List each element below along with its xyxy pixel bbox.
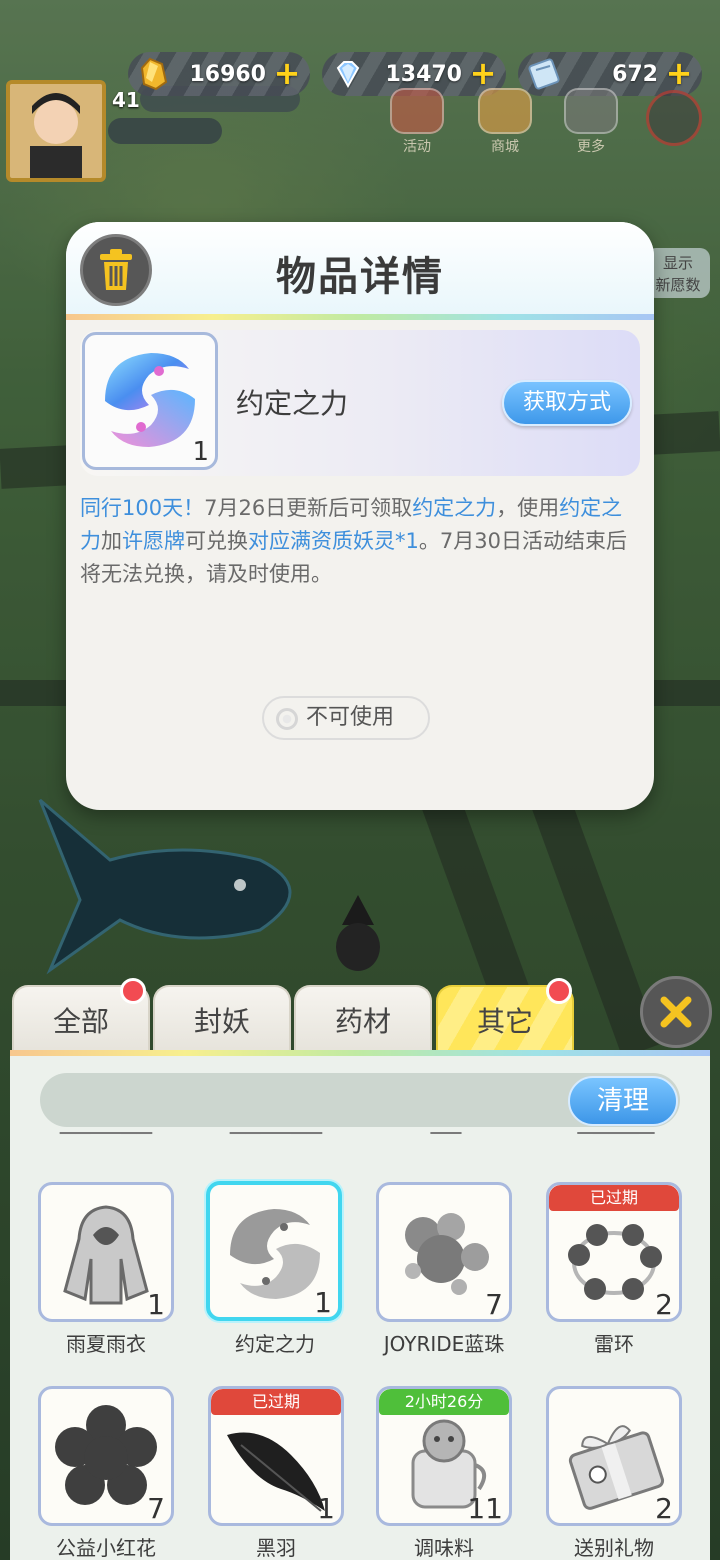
item-slot-thunder-ring[interactable]: 已过期 2 — [546, 1182, 682, 1322]
item-name: 约定之力 — [236, 387, 349, 420]
item-quantity: 1 — [314, 1286, 332, 1319]
item-name: 公益小红花 — [56, 1536, 156, 1560]
item-slot-seasoning[interactable]: 2小时26分 11 — [376, 1386, 512, 1526]
desc-segment: 可兑换 — [185, 529, 248, 553]
shop-label: 商城 — [491, 139, 519, 155]
tab-herbs[interactable]: 药材 — [294, 985, 432, 1053]
rainbow-divider — [66, 314, 654, 320]
unusable-button[interactable]: 不可使用 — [262, 696, 430, 740]
unusable-label: 不可使用 — [306, 705, 395, 730]
rainbow-divider — [10, 1050, 710, 1056]
item-thumbnail: 1 — [82, 332, 218, 470]
add-gold-button[interactable]: + — [272, 57, 302, 89]
desc-segment: ，使用 — [496, 496, 560, 520]
power-bar — [108, 118, 222, 144]
tab-label: 其它 — [476, 1005, 533, 1038]
gift-box-icon — [568, 1425, 665, 1510]
item-summary-card: 1 约定之力 获取方式 — [80, 330, 640, 476]
gold-crystal-icon — [140, 57, 168, 91]
tab-label: 封妖 — [193, 1005, 250, 1038]
item-slot-flower[interactable]: 7 — [38, 1386, 174, 1526]
item-quantity: 11 — [467, 1492, 503, 1525]
item-detail-dialog: 物品详情 1 约定之力 获取方式 同行100天！7月26日更新后可领取约定之力，… — [66, 222, 654, 810]
item-quantity: 1 — [317, 1492, 335, 1525]
thunder-ring-icon — [568, 1224, 662, 1300]
desc-segment: 许愿牌 — [122, 529, 185, 553]
raincoat-icon — [63, 1205, 149, 1305]
item-slot-promise[interactable]: 1 — [206, 1181, 342, 1321]
item-name: 约定之力 — [235, 1332, 315, 1356]
close-icon — [660, 996, 692, 1028]
item-name: 送别礼物 — [574, 1536, 654, 1560]
item-name: 雷环 — [594, 1332, 634, 1356]
add-diamond-button[interactable]: + — [468, 57, 498, 89]
bubble-pearls-icon — [405, 1213, 489, 1295]
item-quantity: 2 — [655, 1288, 673, 1321]
flower-icon — [55, 1405, 157, 1505]
get-method-button[interactable]: 获取方式 — [502, 380, 632, 426]
item-name: 雨夏雨衣 — [66, 1332, 146, 1356]
clean-button[interactable]: 清理 — [568, 1076, 678, 1126]
item-quantity: 7 — [485, 1288, 503, 1321]
diamond-icon — [336, 61, 360, 89]
shop-button[interactable]: 商城 — [474, 88, 536, 160]
diamond-amount: 13470 — [385, 61, 462, 87]
item-name: JOYRIDE蓝珠 — [383, 1332, 505, 1356]
gift-icon — [390, 88, 444, 134]
item-name: 调味料 — [414, 1536, 474, 1560]
grid-icon — [564, 88, 618, 134]
tab-label: 全部 — [52, 1005, 109, 1038]
close-button[interactable] — [640, 976, 712, 1048]
notification-dot — [120, 978, 146, 1004]
tab-label: 药材 — [334, 1005, 391, 1038]
more-button[interactable]: 更多 — [560, 88, 622, 160]
side-banner[interactable]: 显示 新愿数 — [646, 248, 710, 298]
item-slot-black-feather[interactable]: 已过期 1 — [208, 1386, 344, 1526]
item-slot-blue-pearls[interactable]: 7 — [376, 1182, 512, 1322]
notification-dot — [546, 978, 572, 1004]
more-label: 更多 — [577, 139, 605, 155]
compass-icon[interactable] — [646, 90, 702, 146]
gold-currency: 16960 + — [128, 52, 310, 96]
item-name: 黑羽 — [256, 1536, 296, 1560]
scrolled-row-labels: ▀▀▀▀▀▀ ▀▀▀▀▀▀ ▀▀ ▀▀▀▀▀ — [59, 1132, 655, 1146]
ticket-amount: 672 — [612, 61, 658, 87]
add-ticket-button[interactable]: + — [664, 57, 694, 89]
gold-amount: 16960 — [189, 61, 266, 87]
desc-segment: 7月26日更新后可领取 — [204, 496, 413, 520]
item-quantity: 1 — [192, 437, 209, 467]
activity-button[interactable]: 活动 — [386, 88, 448, 160]
disabled-ring-icon — [276, 708, 298, 730]
desc-segment: 加 — [101, 529, 122, 553]
item-slot-gift[interactable]: 2 — [546, 1386, 682, 1526]
activity-label: 活动 — [403, 139, 431, 155]
black-feather-icon — [227, 1432, 325, 1512]
item-quantity: 2 — [655, 1492, 673, 1525]
desc-segment: 对应满资质妖灵*1 — [248, 529, 419, 553]
desc-segment: 约定之力 — [412, 496, 497, 520]
ticket-icon — [528, 58, 560, 90]
item-quantity: 7 — [147, 1492, 165, 1525]
expired-badge: 已过期 — [211, 1389, 341, 1415]
tab-capture[interactable]: 封妖 — [153, 985, 291, 1053]
player-avatar[interactable] — [6, 80, 106, 182]
item-slot-raincoat[interactable]: 1 — [38, 1182, 174, 1322]
desc-segment: 同行100天！ — [80, 496, 205, 520]
shop-icon — [478, 88, 532, 134]
expired-badge: 已过期 — [549, 1185, 679, 1211]
item-description: 同行100天！7月26日更新后可领取约定之力，使用约定之力加许愿牌可兑换对应满资… — [80, 492, 640, 591]
timer-badge: 2小时26分 — [379, 1389, 509, 1415]
item-quantity: 1 — [147, 1288, 165, 1321]
side-banner-text: 显示 新愿数 — [655, 254, 701, 294]
dialog-title: 物品详情 — [276, 254, 444, 300]
